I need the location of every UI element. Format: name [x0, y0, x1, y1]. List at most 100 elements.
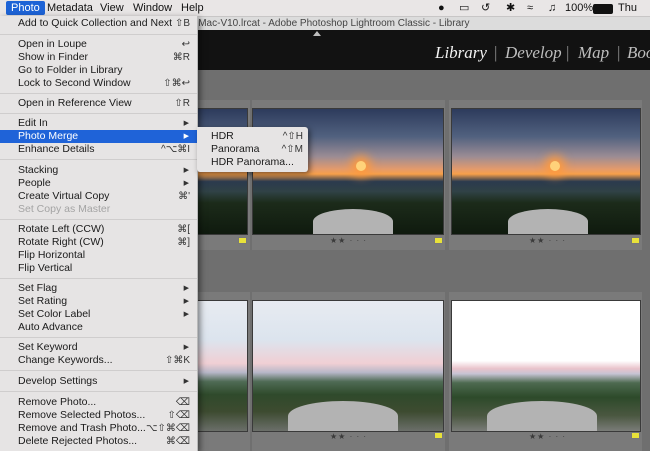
grid-cell[interactable]: ★★ · · · [252, 292, 445, 451]
menu-separator [0, 337, 197, 338]
menu-item-set-rating[interactable]: Set Rating ▶ [0, 295, 197, 308]
menu-item-label: Edit In [18, 117, 48, 129]
color-label-icon[interactable] [631, 237, 640, 244]
menu-item-flip-vertical[interactable]: Flip Vertical [0, 262, 197, 275]
submenu-item-hdr[interactable]: HDR ^⇧H [197, 130, 308, 143]
time-machine-icon[interactable]: ↺ [481, 1, 490, 15]
menu-view[interactable]: View [95, 1, 129, 15]
module-library[interactable]: Library [435, 43, 487, 63]
menu-separator [0, 93, 197, 94]
menu-item-label: Add to Quick Collection and Next [18, 17, 173, 29]
rock-graphic [313, 209, 393, 234]
menu-item-label: Remove and Trash Photo... [18, 422, 146, 434]
color-label-icon[interactable] [434, 237, 443, 244]
menu-item-show-in-finder[interactable]: Show in Finder ⌘R [0, 51, 197, 64]
creative-cloud-icon[interactable]: ● [438, 1, 445, 15]
menu-item-shortcut: ⌫ [175, 397, 190, 408]
submenu-arrow-icon: ▶ [183, 133, 189, 140]
module-separator: | [494, 43, 498, 62]
submenu-arrow-icon: ▶ [183, 167, 189, 174]
submenu-item-panorama[interactable]: Panorama ^⇧M [197, 143, 308, 156]
menu-item-create-virtual-copy[interactable]: Create Virtual Copy ⌘' [0, 190, 197, 203]
menu-item-change-keywords[interactable]: Change Keywords... ⇧⌘K [0, 354, 197, 367]
submenu-arrow-icon: ▶ [183, 344, 189, 351]
menu-help[interactable]: Help [176, 1, 209, 15]
menu-separator [0, 159, 197, 160]
menu-item-rotate-left[interactable]: Rotate Left (CCW) ⌘[ [0, 223, 197, 236]
menu-item-go-to-folder-in-library[interactable]: Go to Folder in Library [0, 64, 197, 77]
module-develop[interactable]: Develop [505, 43, 562, 63]
star-rating[interactable]: ★★ · · · [529, 432, 566, 441]
photo-thumbnail[interactable] [451, 300, 641, 432]
star-rating[interactable]: ★★ · · · [529, 236, 566, 245]
grid-cell[interactable]: ★★ · · · [449, 292, 642, 451]
menu-item-edit-in[interactable]: Edit In ▶ [0, 117, 197, 130]
submenu-arrow-icon: ▶ [183, 311, 189, 318]
color-label-icon[interactable] [238, 237, 247, 244]
module-separator: | [617, 43, 621, 62]
menu-item-open-in-loupe[interactable]: Open in Loupe ↩ [0, 38, 197, 51]
menu-item-label: Open in Loupe [18, 38, 87, 50]
menu-item-set-color-label[interactable]: Set Color Label ▶ [0, 308, 197, 321]
menu-item-flip-horizontal[interactable]: Flip Horizontal [0, 249, 197, 262]
submenu-item-hdr-panorama[interactable]: HDR Panorama... [197, 156, 308, 169]
menu-window[interactable]: Window [128, 1, 177, 15]
menu-metadata[interactable]: Metadata [42, 1, 98, 15]
color-label-icon[interactable] [631, 432, 640, 439]
menu-item-remove-and-trash-photo[interactable]: Remove and Trash Photo... ⌥⇧⌘⌫ [0, 422, 197, 435]
menu-item-shortcut: ⌘] [177, 237, 190, 248]
menu-item-photo-merge[interactable]: Photo Merge ▶ [0, 130, 197, 143]
bluetooth-icon[interactable]: ✱ [506, 1, 515, 15]
menu-item-label: HDR [211, 130, 234, 142]
menu-item-people[interactable]: People ▶ [0, 177, 197, 190]
menu-item-shortcut: ⌘R [172, 52, 190, 63]
clock-date[interactable]: Thu Jul [618, 1, 650, 28]
photo-menu-dropdown: Add to Quick Collection and Next ⇧B Open … [0, 16, 198, 451]
airplay-icon[interactable]: ▭ [459, 1, 469, 15]
menu-item-open-in-reference-view[interactable]: Open in Reference View ⇧R [0, 97, 197, 110]
menu-item-delete-rejected-photos[interactable]: Delete Rejected Photos... ⌘⌫ [0, 435, 197, 448]
menu-item-label: Create Virtual Copy [18, 190, 110, 202]
photo-thumbnail[interactable] [252, 300, 444, 432]
menu-item-lock-to-second-window[interactable]: Lock to Second Window ⇧⌘↩ [0, 77, 197, 90]
menu-item-label: Photo Merge [18, 130, 79, 142]
grid-cell[interactable]: ★★ · · · [252, 100, 445, 250]
menu-item-add-to-quick-collection-and-next[interactable]: Add to Quick Collection and Next ⇧B [0, 17, 197, 30]
menu-item-enhance-details[interactable]: Enhance Details ^⌥⌘I [0, 143, 197, 156]
menu-item-label: Open in Reference View [18, 97, 132, 109]
module-map[interactable]: Map [578, 43, 609, 63]
menu-item-auto-advance[interactable]: Auto Advance [0, 321, 197, 334]
menu-item-label: Go to Folder in Library [18, 64, 123, 76]
menu-item-remove-selected-photos[interactable]: Remove Selected Photos... ⇧⌫ [0, 409, 197, 422]
menu-item-remove-photo[interactable]: Remove Photo... ⌫ [0, 396, 197, 409]
menu-item-label: People [18, 177, 51, 189]
submenu-arrow-icon: ▶ [183, 285, 189, 292]
grid-cell[interactable]: ★★ · · · [449, 100, 642, 250]
battery-percentage[interactable]: 100% [565, 1, 593, 15]
menu-bar: Photo Metadata View Window Help ● ▭ ↺ ✱ … [0, 0, 650, 28]
collapse-panel-icon[interactable] [313, 31, 321, 36]
menu-item-label: HDR Panorama... [211, 156, 294, 168]
menu-item-develop-settings[interactable]: Develop Settings ▶ [0, 375, 197, 388]
menu-item-stacking[interactable]: Stacking ▶ [0, 164, 197, 177]
menu-separator [0, 34, 197, 35]
module-book[interactable]: Boo [627, 43, 650, 63]
star-rating[interactable]: ★★ · · · [330, 432, 367, 441]
photo-thumbnail[interactable] [451, 108, 641, 235]
menu-item-shortcut: ^⌥⌘I [161, 144, 190, 155]
color-label-icon[interactable] [434, 432, 443, 439]
volume-icon[interactable]: ♫ [548, 1, 556, 15]
menu-item-set-keyword[interactable]: Set Keyword ▶ [0, 341, 197, 354]
rock-graphic [508, 209, 588, 234]
menu-item-rotate-right[interactable]: Rotate Right (CW) ⌘] [0, 236, 197, 249]
menu-item-label: Set Copy as Master [18, 203, 111, 215]
menu-item-shortcut: ⇧R [174, 98, 190, 109]
menu-item-label: Set Flag [18, 282, 58, 294]
star-rating[interactable]: ★★ · · · [330, 236, 367, 245]
menu-item-set-flag[interactable]: Set Flag ▶ [0, 282, 197, 295]
wifi-icon[interactable]: ≈ [527, 1, 533, 15]
menu-item-label: Rotate Right (CW) [18, 236, 104, 248]
menu-item-label: Stacking [18, 164, 59, 176]
menu-item-shortcut: ↩ [181, 39, 190, 50]
menu-photo[interactable]: Photo [6, 1, 45, 15]
